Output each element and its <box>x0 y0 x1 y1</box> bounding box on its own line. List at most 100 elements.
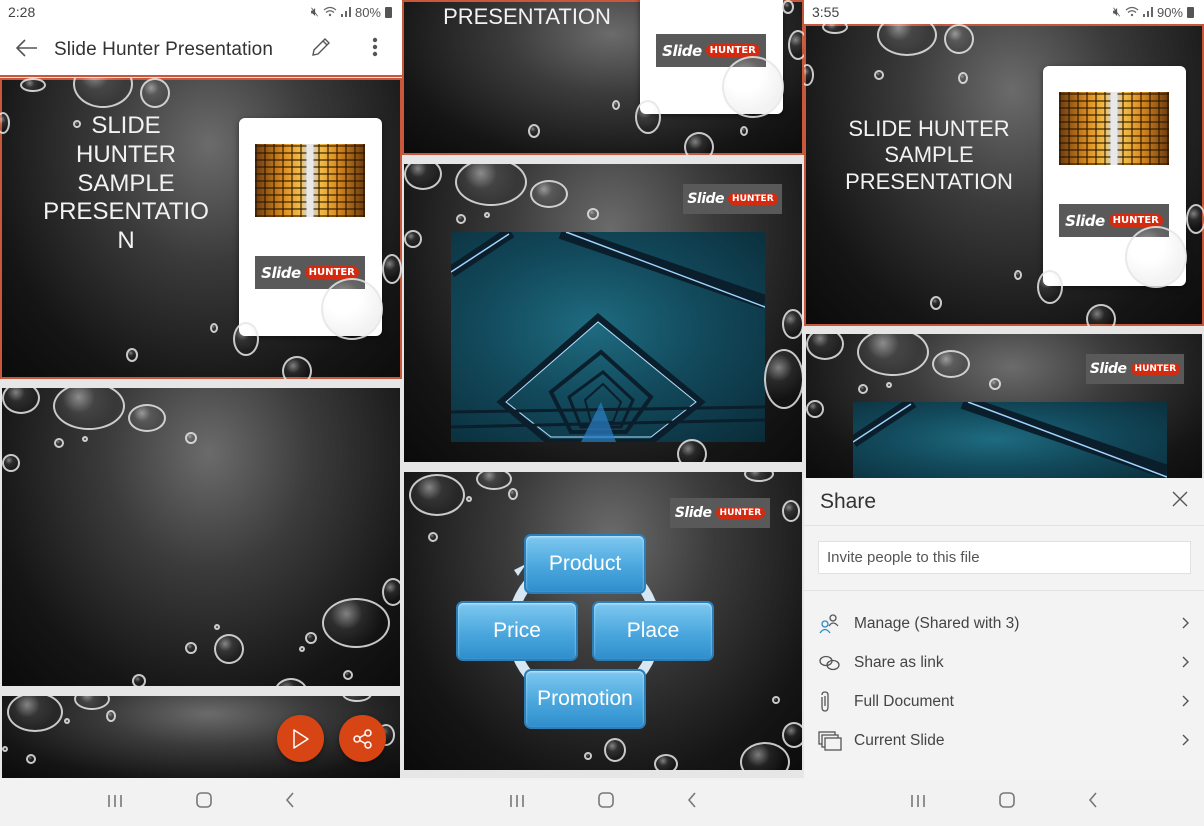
logo-hunter-text: HUNTER <box>728 193 778 205</box>
status-time: 3:55 <box>812 4 840 20</box>
slide-thumbnail-1[interactable]: Presentation Slide HUNTER <box>402 0 804 155</box>
title-line: Slide <box>91 112 161 139</box>
title-line: n <box>117 227 135 255</box>
mute-icon: 🔇︎ <box>1112 4 1121 19</box>
wifi-icon <box>1125 5 1139 20</box>
recents-button[interactable] <box>107 792 123 813</box>
status-icons: 🔇︎ 90% <box>1113 4 1194 20</box>
more-vertical-icon <box>372 37 378 57</box>
logo-slide-text: Slide <box>1089 361 1127 377</box>
bridge-photo <box>853 402 1167 484</box>
menu-item-full-document[interactable]: Full Document <box>804 682 1204 721</box>
home-icon <box>598 791 614 808</box>
battery-icon <box>385 6 392 18</box>
share-button[interactable] <box>339 715 386 762</box>
chevron-right-icon <box>1182 616 1190 632</box>
invite-placeholder: Invite people to this file <box>827 549 980 566</box>
nav-back-button[interactable] <box>687 791 697 813</box>
slide-thumbnail-2[interactable]: Slide HUNTER <box>806 334 1202 484</box>
system-nav-bar <box>0 778 402 826</box>
chevron-right-icon <box>1182 655 1190 671</box>
chevron-right-icon <box>1182 694 1190 710</box>
battery-charging-icon <box>1187 6 1194 18</box>
slide-title: Presentation <box>422 4 632 30</box>
slide-thumbnail-1[interactable]: Slide Hunter Sample Presentation Slide H… <box>804 24 1204 326</box>
people-icon <box>819 613 839 633</box>
menu-item-label: Full Document <box>854 692 954 710</box>
document-title: Slide Hunter Presentation <box>54 38 274 60</box>
invite-people-input[interactable]: Invite people to this file <box>818 541 1191 574</box>
diagram-node-place: Place <box>592 601 714 661</box>
menu-item-share-link[interactable]: Share as link <box>804 643 1204 682</box>
recents-button[interactable] <box>509 792 525 813</box>
menu-item-manage[interactable]: Manage (Shared with 3) <box>804 604 1204 643</box>
close-icon <box>1172 491 1188 507</box>
title-line: Sample <box>884 142 974 168</box>
title-line: Presentation <box>845 168 1013 194</box>
back-chevron-icon <box>688 791 696 808</box>
recents-icon <box>911 794 926 807</box>
play-slideshow-button[interactable] <box>277 715 324 762</box>
slide-thumbnail-1[interactable]: Slide Hunter Sample Presentatio n Slide … <box>0 78 402 379</box>
link-icon <box>819 655 840 670</box>
home-button[interactable] <box>196 791 212 813</box>
back-chevron-icon <box>286 791 294 808</box>
back-chevron-icon <box>1088 791 1097 808</box>
share-icon <box>352 728 372 749</box>
wifi-icon <box>323 5 337 20</box>
arrow-left-icon <box>15 38 37 57</box>
logo-slide-text: Slide <box>662 41 702 60</box>
title-line: Sample <box>77 169 175 197</box>
chevron-right-icon <box>1182 733 1190 749</box>
edit-button[interactable] <box>294 36 348 63</box>
share-title: Share <box>820 489 877 513</box>
diagram-node-product: Product <box>524 534 646 594</box>
status-bar: 3:55 🔇︎ 90% <box>804 0 1204 24</box>
battery-percent: 90% <box>1156 4 1183 20</box>
signal-icon <box>340 5 351 20</box>
title-line: Presentatio <box>43 198 209 226</box>
share-sheet: Share Invite people to this file Manage … <box>804 478 1204 778</box>
home-button[interactable] <box>598 791 614 813</box>
slide-hunter-logo: Slide HUNTER <box>683 184 782 214</box>
home-icon <box>999 791 1015 808</box>
more-options-button[interactable] <box>348 37 402 62</box>
phone-panel-2: Presentation Slide HUNTER Slide HUNTER <box>402 0 804 826</box>
menu-item-current-slide[interactable]: Current Slide <box>804 721 1204 760</box>
node-label: Place <box>626 619 680 642</box>
battery-percent: 80% <box>354 4 381 20</box>
logo-slide-text: Slide <box>261 263 301 282</box>
home-icon <box>196 791 212 808</box>
status-icons: 🔇︎ 80% <box>311 4 392 20</box>
logo-slide-text: Slide <box>1065 211 1105 230</box>
bridge-photo <box>451 232 765 442</box>
slide-thumbnail-2[interactable]: Slide HUNTER <box>404 164 802 462</box>
node-label: Price <box>493 619 541 642</box>
share-sheet-header: Share <box>804 478 1204 526</box>
nav-back-button[interactable] <box>1088 791 1098 813</box>
play-icon <box>292 728 309 749</box>
logo-hunter-text: HUNTER <box>1130 363 1181 375</box>
node-label: Product <box>548 552 622 575</box>
system-nav-bar <box>804 778 1204 826</box>
title-line: Hunter <box>76 140 176 168</box>
home-button[interactable] <box>999 791 1015 813</box>
nav-back-button[interactable] <box>285 791 295 813</box>
back-button[interactable] <box>0 36 54 64</box>
menu-item-label: Manage (Shared with 3) <box>854 614 1020 632</box>
building-photo <box>255 144 365 217</box>
logo-slide-text: Slide <box>687 191 725 207</box>
diagram-node-price: Price <box>456 601 578 661</box>
phone-panel-1: 2:28 🔇︎ 80% Slide Hunter Presentation SL… <box>0 0 402 826</box>
close-button[interactable] <box>1172 491 1188 512</box>
slide-hunter-logo: Slide HUNTER <box>1086 354 1184 384</box>
building-photo <box>1059 92 1169 165</box>
signal-icon <box>1142 5 1153 20</box>
recents-button[interactable] <box>910 792 926 813</box>
slide-thumbnail-2[interactable] <box>2 388 400 686</box>
diagram-node-promotion: Promotion <box>524 669 646 729</box>
recents-icon <box>107 794 122 807</box>
slide-thumbnail-3[interactable]: Slide HUNTER Product Place Promotion Pri… <box>404 472 802 770</box>
menu-item-label: Share as link <box>854 653 944 671</box>
app-bar: Slide Hunter Presentation <box>0 24 402 77</box>
